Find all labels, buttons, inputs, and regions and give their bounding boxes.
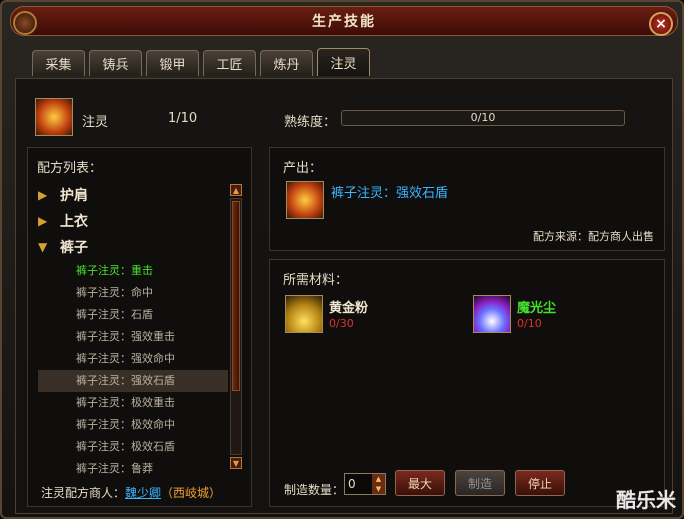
proficiency-text: 0/10 [470, 111, 496, 124]
collapsed-arrow-icon: ▶ [38, 214, 48, 228]
tab-weapon[interactable]: 铸兵 [89, 50, 142, 76]
output-label: 产出： [283, 161, 323, 176]
category-label: 上衣 [60, 214, 88, 230]
category-pants[interactable]: ▼ 裤子 [38, 234, 228, 260]
tab-alchemy[interactable]: 炼丹 [260, 50, 313, 76]
output-item-name[interactable]: 裤子注灵：强效石盾 [331, 184, 461, 204]
quantity-decrease-button[interactable]: ▼ [372, 484, 385, 494]
merchant-label: 注灵配方商人： [41, 486, 126, 500]
content-area: 注灵 1/10 熟练度： 0/10 配方列表： ▶ 护肩 ▶ 上衣 ▼ 裤子 裤子注灵… [15, 78, 673, 514]
materials-label: 所需材料： [283, 273, 349, 288]
recipe-item[interactable]: 裤子注灵：命中 [38, 282, 228, 304]
scroll-down-button[interactable]: ▼ [230, 457, 242, 469]
merchant-npc-link[interactable]: 魏少卿 [125, 486, 161, 500]
material-name: 魔光尘 [517, 301, 557, 316]
watermark: 酷乐米 [616, 488, 676, 512]
category-top[interactable]: ▶ 上衣 [38, 208, 228, 234]
title-bar[interactable]: 生产技能 × [10, 6, 678, 36]
expanded-arrow-icon: ▼ [38, 240, 48, 254]
skill-name: 注灵 [82, 115, 109, 130]
material-name: 黄金粉 [329, 301, 369, 316]
recipe-item[interactable]: 裤子注灵：鲁莽 [38, 458, 228, 480]
max-button[interactable]: 最大 [395, 470, 445, 496]
skill-tabs: 采集 铸兵 锻甲 工匠 炼丹 注灵 [32, 48, 370, 76]
merchant-city: （西岐城） [161, 486, 222, 500]
recipe-source: 配方来源：配方商人出售 [533, 230, 654, 243]
proficiency-bar: 0/10 [341, 110, 625, 126]
output-item-icon[interactable] [286, 181, 324, 219]
magic-dust-icon [473, 295, 511, 333]
recipe-tree: ▶ 护肩 ▶ 上衣 ▼ 裤子 裤子注灵：重击 裤子注灵：命中 裤子注灵：石盾 裤子注灵… [38, 182, 228, 480]
skill-level: 1/10 [168, 111, 198, 126]
close-icon: × [655, 16, 667, 32]
category-label: 护肩 [60, 188, 88, 204]
window-title: 生产技能 [312, 14, 376, 30]
recipe-item[interactable]: 裤子注灵：强效命中 [38, 348, 228, 370]
recipe-item[interactable]: 裤子注灵：极效重击 [38, 392, 228, 414]
recipe-item[interactable]: 裤子注灵：石盾 [38, 304, 228, 326]
quantity-increase-button[interactable]: ▲ [372, 474, 385, 484]
collapsed-arrow-icon: ▶ [38, 188, 48, 202]
recipe-item[interactable]: 裤子注灵：极效石盾 [38, 436, 228, 458]
gold-powder-icon [285, 295, 323, 333]
output-panel: 产出： 裤子注灵：强效石盾 配方来源：配方商人出售 [269, 147, 665, 251]
tab-gather[interactable]: 采集 [32, 50, 85, 76]
proficiency-label: 熟练度： [284, 115, 337, 130]
recipe-item[interactable]: 裤子注灵：强效重击 [38, 326, 228, 348]
tab-craftsman[interactable]: 工匠 [203, 50, 256, 76]
production-skills-window: 生产技能 × 采集 铸兵 锻甲 工匠 炼丹 注灵 注灵 1/10 熟练度： 0/… [0, 0, 684, 519]
recipe-list-panel: 配方列表： ▶ 护肩 ▶ 上衣 ▼ 裤子 裤子注灵：重击 裤子注灵：命中 裤子注灵：石… [27, 147, 252, 507]
make-button[interactable]: 制造 [455, 470, 505, 496]
recipe-item-selected[interactable]: 裤子注灵：强效石盾 [38, 370, 228, 392]
enchant-skill-icon [35, 98, 73, 136]
recipe-list-label: 配方列表： [37, 161, 103, 176]
category-label: 裤子 [60, 240, 88, 256]
material-count: 0/30 [329, 317, 354, 330]
scrollbar[interactable] [230, 198, 242, 455]
close-button[interactable]: × [649, 12, 673, 36]
stop-button[interactable]: 停止 [515, 470, 565, 496]
category-shoulder[interactable]: ▶ 护肩 [38, 182, 228, 208]
merchant-info: 注灵配方商人：魏少卿（西岐城） [41, 484, 221, 501]
recipe-item[interactable]: 裤子注灵：重击 [38, 260, 228, 282]
materials-panel: 所需材料： 黄金粉 0/30 魔光尘 0/10 制造数量： ▲ ▼ 最大 制造 … [269, 259, 665, 507]
tab-enchant[interactable]: 注灵 [317, 48, 370, 76]
recipe-item[interactable]: 裤子注灵：极效命中 [38, 414, 228, 436]
scroll-up-button[interactable]: ▲ [230, 184, 242, 196]
material-count: 0/10 [517, 317, 542, 330]
quantity-label: 制造数量： [284, 483, 345, 497]
window-emblem-icon [13, 11, 37, 35]
tab-armor[interactable]: 锻甲 [146, 50, 199, 76]
scroll-thumb[interactable] [232, 201, 240, 391]
